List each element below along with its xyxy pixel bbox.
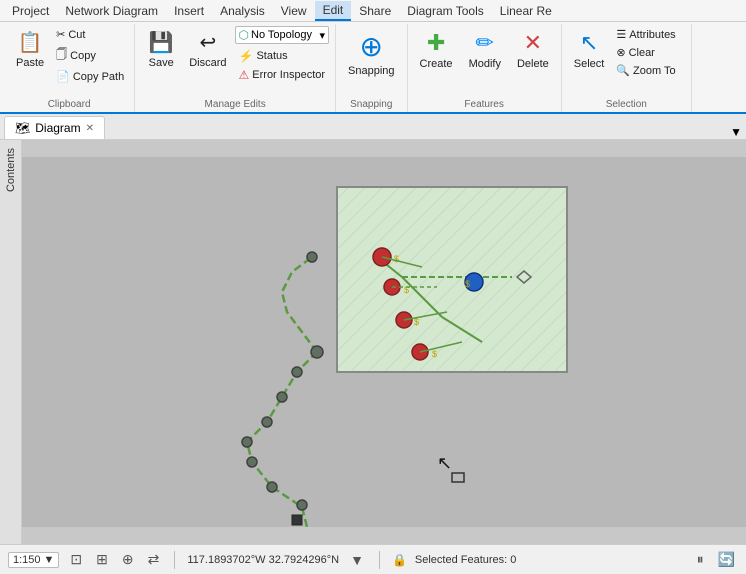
coordinates-dropdown[interactable]: ▼ [347, 551, 367, 569]
zoom-to-button[interactable]: 🔍 Zoom To [612, 62, 684, 79]
tab-label: Diagram [35, 121, 80, 135]
fit-to-window-button[interactable]: ⊡ [67, 550, 85, 569]
save-button[interactable]: 💾 Save [141, 26, 181, 73]
features-group: ✚ Create ✏ Modify ✕ Delete Features [408, 24, 562, 112]
status-button[interactable]: ⚡ Status [235, 47, 330, 65]
save-icon: 💾 [149, 30, 174, 55]
pause-button[interactable]: ⏸ [694, 550, 707, 569]
nav-button[interactable]: ⇄ [145, 550, 163, 569]
error-inspector-button[interactable]: ⚠ Error Inspector [235, 66, 330, 84]
zoom-to-icon: 🔍 [616, 64, 630, 77]
ribbon: 📋 Paste ✂ Cut 🗍 Copy 📄 Copy Path Clipboa… [0, 22, 746, 114]
menu-diagram-tools[interactable]: Diagram Tools [399, 2, 491, 20]
diagram-canvas[interactable]: $ $ $ $ $ ↖ [22, 140, 746, 544]
create-button[interactable]: ✚ Create [414, 26, 459, 74]
selection-label: Selection [568, 97, 685, 110]
clear-icon: ⊗ [616, 46, 625, 59]
features-label: Features [414, 97, 555, 110]
menu-edit[interactable]: Edit [315, 1, 352, 21]
main-area: Contents [0, 140, 746, 544]
lock-icon: 🔒 [392, 553, 407, 567]
copy-button[interactable]: 🗍 Copy [52, 44, 128, 67]
copy-path-button[interactable]: 📄 Copy Path [52, 68, 128, 85]
manage-edits-label: Manage Edits [141, 97, 329, 110]
table-view-button[interactable]: ⊞ [93, 550, 111, 569]
manage-edits-small-group: ⬡ No Topology ▾ ⚡ Status ⚠ Error Inspect… [235, 26, 330, 84]
delete-icon: ✕ [524, 30, 542, 56]
copy-icon: 🗍 [56, 46, 67, 65]
svg-text:$: $ [394, 254, 399, 264]
select-button[interactable]: ↖ Select [568, 26, 611, 74]
menu-project[interactable]: Project [4, 2, 57, 20]
coordinates-display: 117.1893702°W 32.7924296°N [187, 554, 339, 566]
status-bar: 1:150 ▼ ⊡ ⊞ ⊕ ⇄ 117.1893702°W 32.7924296… [0, 544, 746, 574]
topology-dropdown[interactable]: ⬡ No Topology ▾ [235, 26, 330, 44]
tab-icon: 🗺 [15, 121, 30, 135]
menu-linear-re[interactable]: Linear Re [492, 2, 560, 20]
diagram-tab[interactable]: 🗺 Diagram ✕ [4, 116, 105, 139]
status-icon: ⚡ [239, 49, 254, 63]
selected-features-label: Selected Features: 0 [415, 554, 517, 566]
contents-label[interactable]: Contents [3, 144, 19, 196]
dropdown-arrow-icon: ▾ [320, 29, 326, 42]
svg-text:↖: ↖ [437, 453, 452, 473]
scale-dropdown-arrow: ▼ [44, 554, 55, 566]
selection-small-group: ☰ Attributes ⊗ Clear 🔍 Zoom To [612, 26, 684, 79]
select-icon: ↖ [580, 30, 598, 56]
side-panel: Contents [0, 140, 22, 544]
topology-icon: ⬡ [239, 28, 249, 42]
clipboard-label: Clipboard [10, 97, 128, 110]
cut-icon: ✂ [56, 28, 65, 41]
paste-button[interactable]: 📋 Paste [10, 26, 50, 73]
discard-button[interactable]: ↩ Discard [183, 26, 232, 73]
snapping-group: ⊕ Snapping Snapping [336, 24, 408, 112]
menu-view[interactable]: View [273, 2, 315, 20]
delete-button[interactable]: ✕ Delete [511, 26, 555, 74]
menu-bar: Project Network Diagram Insert Analysis … [0, 0, 746, 22]
attributes-button[interactable]: ☰ Attributes [612, 26, 684, 43]
error-inspector-icon: ⚠ [239, 68, 250, 82]
scale-value: 1:150 [13, 554, 41, 566]
create-icon: ✚ [427, 30, 445, 56]
paste-icon: 📋 [18, 30, 43, 55]
snapping-icon: ⊕ [360, 30, 383, 63]
menu-analysis[interactable]: Analysis [212, 2, 273, 20]
menu-network-diagram[interactable]: Network Diagram [57, 2, 166, 20]
manage-edits-group: 💾 Save ↩ Discard ⬡ No Topology ▾ ⚡ Statu… [135, 24, 336, 112]
modify-icon: ✏ [476, 30, 494, 56]
tab-bar: 🗺 Diagram ✕ ▼ [0, 114, 746, 140]
selection-group: ↖ Select ☰ Attributes ⊗ Clear 🔍 Zoom To … [562, 24, 692, 112]
divider-1 [174, 551, 175, 569]
modify-button[interactable]: ✏ Modify [463, 26, 507, 74]
map-view-button[interactable]: ⊕ [119, 550, 137, 569]
tab-close-button[interactable]: ✕ [86, 123, 94, 134]
menu-share[interactable]: Share [351, 2, 399, 20]
copy-path-icon: 📄 [56, 70, 70, 83]
tab-dropdown-arrow[interactable]: ▼ [730, 125, 746, 139]
clear-button[interactable]: ⊗ Clear [612, 44, 684, 61]
network-diagram-svg: $ $ $ $ $ ↖ [22, 140, 746, 544]
svg-text:$: $ [432, 349, 437, 359]
svg-text:$: $ [465, 279, 470, 289]
attributes-icon: ☰ [616, 28, 626, 41]
divider-2 [379, 551, 380, 569]
clipboard-group: 📋 Paste ✂ Cut 🗍 Copy 📄 Copy Path Clipboa… [4, 24, 135, 112]
cut-button[interactable]: ✂ Cut [52, 26, 128, 43]
snapping-button[interactable]: ⊕ Snapping [342, 26, 401, 81]
discard-icon: ↩ [199, 30, 216, 55]
snapping-label: Snapping [342, 97, 401, 110]
scale-selector[interactable]: 1:150 ▼ [8, 552, 59, 568]
menu-insert[interactable]: Insert [166, 2, 212, 20]
refresh-button[interactable]: 🔄 [715, 550, 738, 569]
clipboard-small-group: ✂ Cut 🗍 Copy 📄 Copy Path [52, 26, 128, 85]
